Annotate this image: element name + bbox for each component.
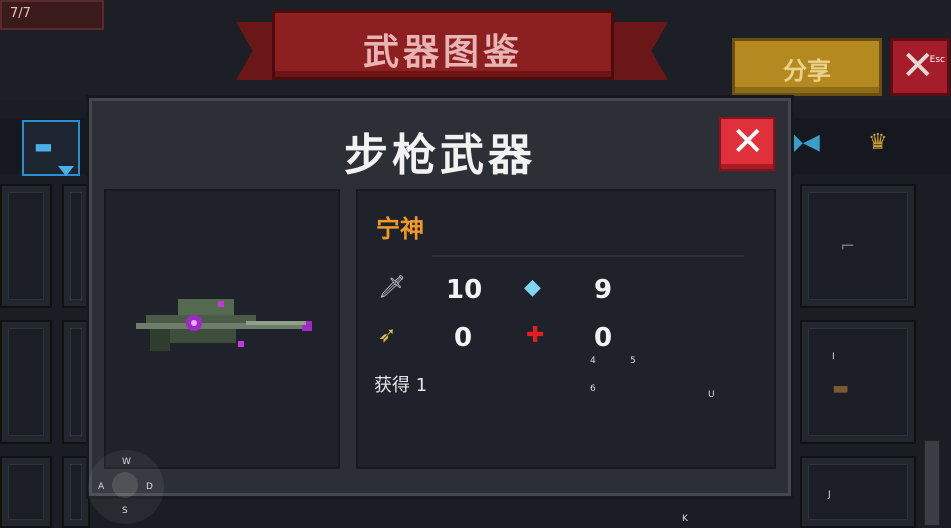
- key-hint: J: [828, 490, 831, 500]
- hp-text: 7/7: [10, 6, 31, 21]
- sword-icon: 🗡: [378, 275, 406, 300]
- key-hint: D: [146, 482, 153, 492]
- fish-icon[interactable]: ◆◀: [786, 130, 820, 155]
- joystick-knob[interactable]: [112, 472, 138, 498]
- divider: [432, 255, 744, 257]
- sniper-rifle-icon: [136, 299, 312, 351]
- crown-icon[interactable]: ♛: [868, 130, 888, 155]
- damage-value: 10: [446, 275, 483, 305]
- accuracy-value: 0: [594, 323, 613, 353]
- weapon-detail-modal: 步枪武器 ✕ 宁神 🗡 10 ◆ 9 ➶ 0 ✚ 0 获得 1: [89, 98, 791, 496]
- energy-value: 9: [594, 275, 613, 305]
- gun-icon: ▬: [832, 378, 850, 399]
- close-icon: ✕: [901, 43, 935, 89]
- weapon-preview-panel: [104, 189, 340, 469]
- close-icon: ✕: [731, 119, 765, 165]
- accuracy-crosshair-icon: ✚: [526, 323, 545, 348]
- banner-title: 武器图鉴: [362, 32, 523, 73]
- weapon-slot[interactable]: [62, 184, 90, 308]
- crit-value: 0: [454, 323, 473, 353]
- weapon-slot[interactable]: [62, 320, 90, 444]
- weapon-stats-panel: 宁神 🗡 10 ◆ 9 ➶ 0 ✚ 0 获得 1: [356, 189, 776, 469]
- energy-crystal-icon: ◆: [524, 275, 541, 300]
- scrollbar[interactable]: [924, 440, 940, 526]
- key-hint: A: [98, 482, 105, 492]
- crit-icon: ➶: [378, 323, 397, 348]
- esc-label: Esc: [929, 55, 945, 65]
- share-button[interactable]: 分享: [732, 38, 882, 96]
- key-hint: 4: [590, 356, 596, 366]
- key-hint: S: [122, 506, 128, 516]
- key-hint: K: [682, 514, 688, 524]
- weapon-slot[interactable]: ⌐: [800, 184, 916, 308]
- rifle-icon: ▬: [34, 134, 53, 158]
- weapon-slot[interactable]: [62, 456, 90, 528]
- modal-close-button[interactable]: ✕: [719, 117, 775, 171]
- key-hint: 5: [630, 356, 636, 366]
- weapon-slot[interactable]: [800, 456, 916, 528]
- hp-counter: 7/7: [0, 0, 104, 30]
- modal-title: 步枪武器: [344, 130, 536, 181]
- key-hint: W: [122, 457, 131, 467]
- share-label: 分享: [783, 57, 831, 85]
- weapon-slot[interactable]: ▬: [800, 320, 916, 444]
- exit-button[interactable]: ✕ Esc: [890, 38, 950, 96]
- weapon-slot[interactable]: [0, 320, 52, 444]
- key-hint: U: [708, 390, 715, 400]
- obtain-count: 获得 1: [374, 375, 428, 396]
- weapon-name: 宁神: [376, 215, 424, 243]
- weapon-slot[interactable]: [0, 456, 52, 528]
- weapon-slot[interactable]: [0, 184, 52, 308]
- active-tab-indicator: [58, 166, 74, 176]
- key-hint: 6: [590, 384, 596, 394]
- gun-icon: ⌐: [840, 236, 856, 257]
- key-hint: I: [832, 352, 835, 362]
- title-banner: 武器图鉴: [272, 10, 614, 80]
